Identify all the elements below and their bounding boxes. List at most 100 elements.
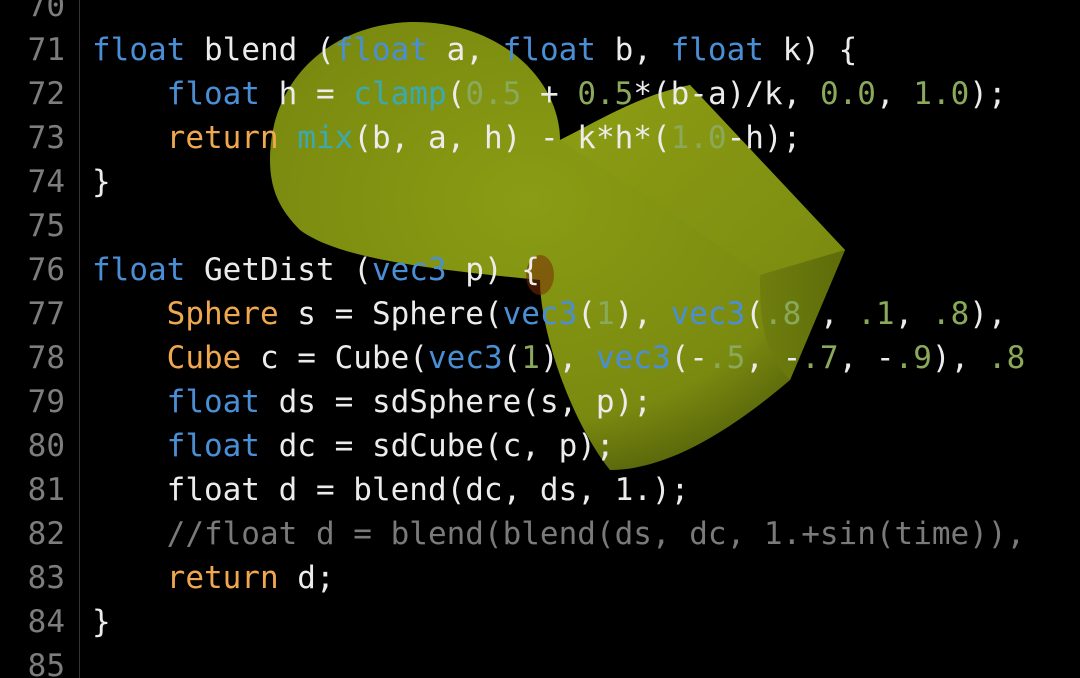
code-token: 1 [521, 340, 540, 376]
code-token: ( [446, 76, 466, 112]
code-token: vec3 [595, 340, 671, 376]
code-token: .8 [763, 296, 802, 332]
code-token: ), [969, 296, 1007, 332]
code-token: *(b-a)/k, [633, 76, 820, 112]
code-line[interactable]: 82 //float d = blend(blend(ds, dc, 1.+si… [0, 512, 1080, 556]
code-text[interactable]: return d; [92, 556, 335, 600]
code-token: return [166, 560, 279, 596]
line-number: 78 [27, 340, 65, 376]
code-token: -h); [726, 120, 802, 156]
code-token: b, [595, 32, 671, 68]
code-token: .8 [931, 296, 970, 332]
code-token: } [92, 164, 111, 200]
code-token: GetDist ( [185, 252, 372, 288]
line-number: 72 [27, 76, 65, 112]
code-line[interactable]: 71 float blend (float a, float b, float k… [0, 28, 1080, 72]
code-token: k) { [763, 32, 858, 68]
line-number: 76 [27, 252, 65, 288]
code-text[interactable]: float blend (float a, float b, float k) … [92, 28, 857, 72]
code-token: , - [745, 340, 802, 376]
code-token: p) { [446, 252, 540, 288]
code-token: clamp [353, 76, 447, 112]
code-line[interactable]: 76 float GetDist (vec3 p) { [0, 248, 1080, 292]
code-token: , [875, 76, 914, 112]
code-token: 1.0 [670, 120, 727, 156]
code-token: , - [838, 340, 895, 376]
code-token: (- [670, 340, 708, 376]
code-text[interactable]: } [92, 160, 111, 204]
code-token: vec3 [371, 252, 447, 288]
code-token: 1 [595, 296, 615, 332]
code-token: dc = sdCube(c, p); [259, 428, 615, 464]
code-text[interactable]: float d = blend(dc, ds, 1.); [92, 468, 690, 512]
code-token: , [801, 296, 858, 332]
code-token: Sphere [166, 296, 279, 332]
code-token: c = Cube( [241, 340, 428, 376]
code-token: vec3 [670, 296, 746, 332]
code-token: 0.5 [577, 76, 634, 112]
code-line[interactable]: 83 return d; [0, 556, 1080, 600]
code-token: Cube [166, 340, 242, 376]
code-line[interactable]: 85 [0, 644, 1080, 678]
code-token: ( [577, 296, 596, 332]
code-token: .5 [707, 340, 746, 376]
code-token: float [92, 32, 186, 68]
code-token: return [166, 120, 279, 156]
code-token: float [334, 32, 428, 68]
code-text[interactable]: Sphere s = Sphere(vec3(1), vec3(.8 , .1,… [92, 292, 1007, 336]
code-line[interactable]: 70 [0, 0, 1080, 28]
code-text[interactable]: Cube c = Cube(vec3(1), vec3(-.5, -.7, -.… [92, 336, 1026, 380]
line-number: 85 [27, 648, 65, 678]
line-number: 74 [27, 164, 65, 200]
code-token: //float d = blend(blend(ds, dc, 1.+sin(t… [166, 516, 1026, 552]
code-token: ds = sdSphere(s, p); [259, 384, 652, 420]
code-line[interactable]: 77 Sphere s = Sphere(vec3(1), vec3(.8 , … [0, 292, 1080, 336]
code-line[interactable]: 78 Cube c = Cube(vec3(1), vec3(-.5, -.7,… [0, 336, 1080, 380]
code-token: 0.5 [465, 76, 522, 112]
line-number: 84 [27, 604, 65, 640]
line-number: 83 [27, 560, 65, 596]
code-token: ); [969, 76, 1007, 112]
code-token: } [92, 604, 111, 640]
code-text[interactable]: float dc = sdCube(c, p); [92, 424, 615, 468]
code-editor[interactable]: 70 71 float blend (float a, float b, float… [0, 0, 1080, 678]
code-line[interactable]: 72 float h = clamp(0.5 + 0.5*(b-a)/k, 0.… [0, 72, 1080, 116]
code-line[interactable]: 84} [0, 600, 1080, 644]
code-text[interactable]: float GetDist (vec3 p) { [92, 248, 540, 292]
code-token: vec3 [427, 340, 503, 376]
code-text[interactable]: //float d = blend(blend(ds, dc, 1.+sin(t… [92, 512, 1026, 556]
code-token: (b, a, h) - k*h*( [353, 120, 671, 156]
code-token: blend ( [185, 32, 335, 68]
code-line[interactable]: 73 return mix(b, a, h) - k*h*(1.0-h); [0, 116, 1080, 160]
code-text[interactable]: float h = clamp(0.5 + 0.5*(b-a)/k, 0.0, … [92, 72, 1007, 116]
line-number: 75 [27, 208, 65, 244]
code-text[interactable]: } [92, 600, 111, 644]
code-token: , [894, 296, 932, 332]
code-token: 1.0 [913, 76, 970, 112]
line-number: 70 [27, 0, 65, 24]
code-line[interactable]: 81 float d = blend(dc, ds, 1.); [0, 468, 1080, 512]
code-text[interactable]: float ds = sdSphere(s, p); [92, 380, 652, 424]
line-number: 77 [27, 296, 65, 332]
code-token: ), [539, 340, 596, 376]
code-line[interactable]: 75 [0, 204, 1080, 248]
code-token: + [521, 76, 578, 112]
line-number: 71 [27, 32, 65, 68]
code-line[interactable]: 74} [0, 160, 1080, 204]
code-token: d; [278, 560, 335, 596]
code-token: .1 [857, 296, 895, 332]
code-token: float [670, 32, 764, 68]
code-token: .8 [987, 340, 1026, 376]
code-text[interactable]: return mix(b, a, h) - k*h*(1.0-h); [92, 116, 802, 160]
code-line[interactable]: 79 float ds = sdSphere(s, p); [0, 380, 1080, 424]
code-token: float [166, 428, 260, 464]
code-token: float [502, 32, 596, 68]
line-number: 82 [27, 516, 65, 552]
line-number: 81 [27, 472, 65, 508]
code-line[interactable]: 80 float dc = sdCube(c, p); [0, 424, 1080, 468]
